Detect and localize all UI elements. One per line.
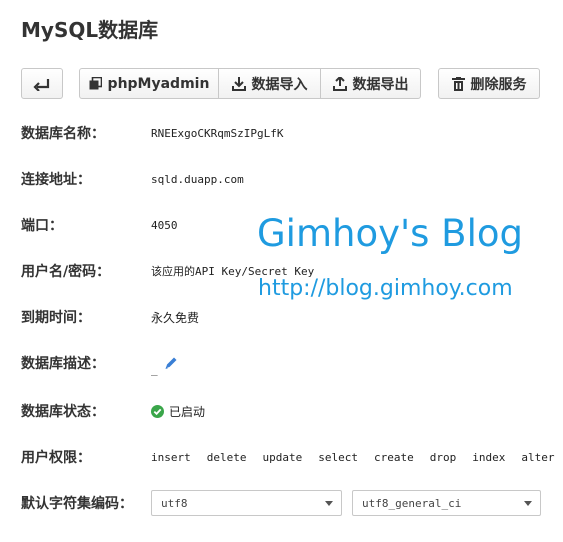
permission-item: insert <box>151 450 191 464</box>
permissions-row: 用户权限： insert delete update select create… <box>21 446 555 468</box>
collation-select-value: utf8_general_ci <box>362 496 462 510</box>
credentials-label: 用户名/密码： <box>21 264 111 280</box>
download-icon <box>231 76 246 91</box>
permission-item: drop <box>429 450 457 464</box>
charset-select-value: utf8 <box>161 496 188 510</box>
phpmyadmin-label: phpMyadmin <box>107 75 210 92</box>
page-title: MySQL数据库 <box>21 18 159 42</box>
expiry-value: 永久免费 <box>151 310 200 325</box>
status-value: 已启动 <box>169 404 206 419</box>
status-label: 数据库状态： <box>21 404 105 420</box>
db-name-label: 数据库名称： <box>21 126 105 142</box>
import-button[interactable]: 数据导入 <box>218 68 321 99</box>
description-row: 数据库描述： _ <box>21 352 541 376</box>
description-value: _ <box>151 362 158 376</box>
description-label: 数据库描述： <box>21 356 105 372</box>
check-circle-icon <box>151 404 164 418</box>
status-row: 数据库状态： 已启动 <box>21 400 541 422</box>
watermark-url: http://blog.gimhoy.com <box>258 276 513 301</box>
permissions-label: 用户权限： <box>21 450 91 466</box>
collation-select[interactable]: utf8_general_ci <box>352 490 541 516</box>
db-name-row: 数据库名称： RNEExgoCKRqmSzIPgLfK <box>21 122 541 144</box>
upload-icon <box>332 76 347 91</box>
caret-down-icon <box>325 500 333 506</box>
return-arrow-icon <box>33 77 51 91</box>
db-name-value: RNEExgoCKRqmSzIPgLfK <box>151 126 284 140</box>
watermark-title: Gimhoy's Blog <box>257 212 523 255</box>
charset-label: 默认字符集编码： <box>21 496 133 512</box>
host-value: sqld.duapp.com <box>151 172 244 186</box>
phpmyadmin-button[interactable]: phpMyadmin <box>79 68 219 99</box>
import-label: 数据导入 <box>251 76 308 93</box>
export-label: 数据导出 <box>352 76 409 93</box>
trash-icon <box>451 76 465 91</box>
delete-service-label: 删除服务 <box>470 76 527 93</box>
permission-item: index <box>472 450 506 464</box>
charset-select[interactable]: utf8 <box>151 490 342 516</box>
action-button-group: phpMyadmin 数据导入 数据导出 <box>79 68 421 99</box>
permission-item: update <box>262 450 303 464</box>
permissions-list: insert delete update select create drop … <box>151 451 555 464</box>
permission-item: delete <box>206 450 247 464</box>
caret-down-icon <box>524 500 532 506</box>
host-row: 连接地址： sqld.duapp.com <box>21 168 541 190</box>
edit-pencil-icon[interactable] <box>164 356 178 370</box>
permission-item: alter <box>521 450 555 464</box>
host-label: 连接地址： <box>21 172 91 188</box>
expiry-label: 到期时间： <box>21 310 91 326</box>
export-button[interactable]: 数据导出 <box>320 68 421 99</box>
permission-item: select <box>318 450 358 464</box>
expiry-row: 到期时间： 永久免费 <box>21 306 541 328</box>
copy-icon <box>89 77 102 90</box>
delete-service-button[interactable]: 删除服务 <box>438 68 540 99</box>
port-value: 4050 <box>151 218 178 232</box>
back-button[interactable] <box>21 68 63 99</box>
port-label: 端口： <box>21 218 63 234</box>
permission-item: create <box>374 450 414 464</box>
